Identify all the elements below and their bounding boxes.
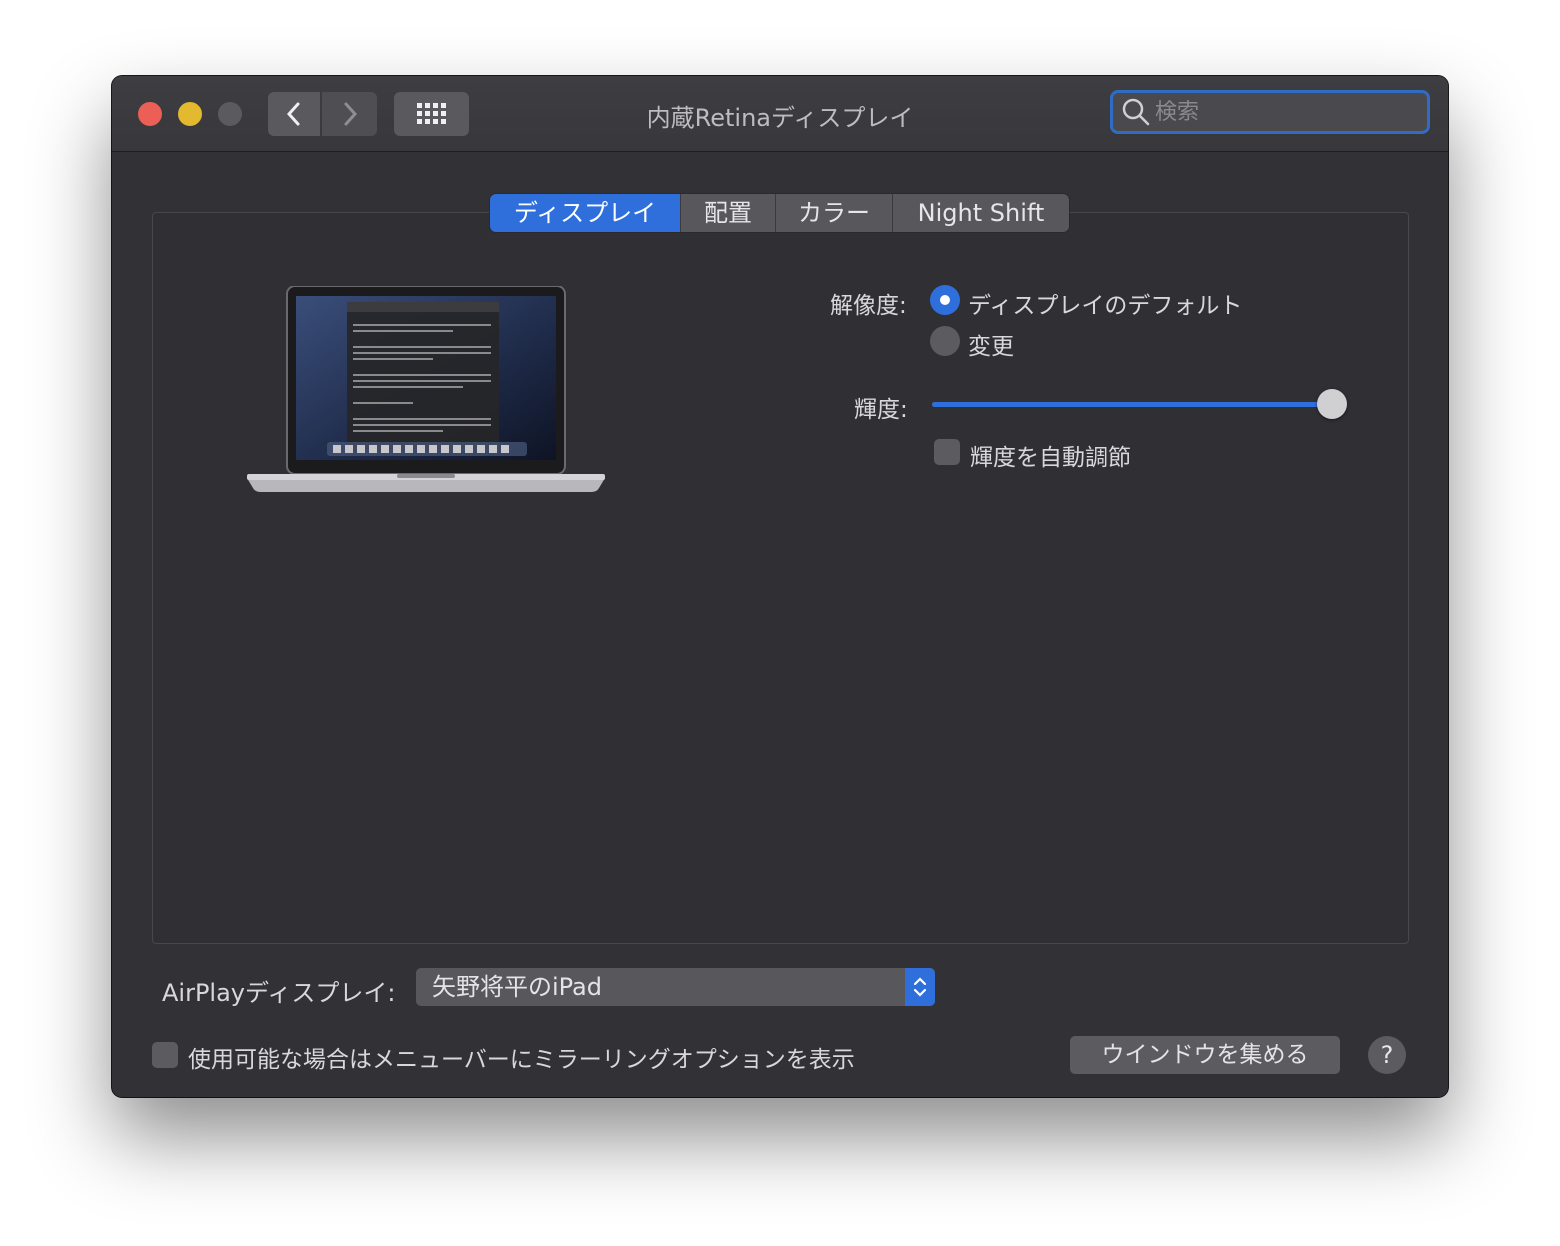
auto-brightness-label: 輝度を自動調節 xyxy=(970,445,1131,471)
laptop-icon xyxy=(247,286,605,492)
resolution-scaled-radio[interactable] xyxy=(930,326,960,356)
airplay-select-value: 矢野将平のiPad xyxy=(432,973,603,1001)
preferences-window: 内蔵Retinaディスプレイ ディスプレイ 配置 カラー Night Shift xyxy=(112,76,1448,1097)
brightness-slider-fill xyxy=(932,402,1332,407)
tab-bar: ディスプレイ 配置 カラー Night Shift xyxy=(490,194,1069,232)
tab-display[interactable]: ディスプレイ xyxy=(490,194,681,232)
mirroring-label: 使用可能な場合はメニューバーにミラーリングオプションを表示 xyxy=(188,1047,855,1073)
brightness-slider[interactable] xyxy=(932,389,1347,419)
auto-brightness-checkbox[interactable] xyxy=(934,439,960,465)
airplay-select[interactable]: 矢野将平のiPad xyxy=(416,968,935,1006)
airplay-label: AirPlayディスプレイ: xyxy=(162,979,396,1007)
resolution-scaled-label: 変更 xyxy=(968,334,1014,360)
search-input[interactable] xyxy=(1151,99,1419,125)
titlebar: 内蔵Retinaディスプレイ xyxy=(112,76,1448,152)
resolution-default-radio[interactable] xyxy=(930,285,960,315)
search-field[interactable] xyxy=(1110,90,1430,134)
resolution-label: 解像度: xyxy=(830,293,907,319)
tab-arrangement[interactable]: 配置 xyxy=(681,194,776,232)
mirroring-checkbox[interactable] xyxy=(152,1042,178,1068)
gather-windows-button[interactable]: ウインドウを集める xyxy=(1070,1036,1340,1074)
brightness-label: 輝度: xyxy=(854,397,908,423)
brightness-slider-knob[interactable] xyxy=(1317,389,1347,419)
search-icon xyxy=(1122,98,1150,126)
tab-color[interactable]: カラー xyxy=(776,194,893,232)
resolution-default-label: ディスプレイのデフォルト xyxy=(968,293,1243,319)
tab-night-shift[interactable]: Night Shift xyxy=(893,194,1069,232)
help-button[interactable]: ? xyxy=(1368,1036,1406,1074)
updown-chevron-icon xyxy=(905,968,935,1006)
